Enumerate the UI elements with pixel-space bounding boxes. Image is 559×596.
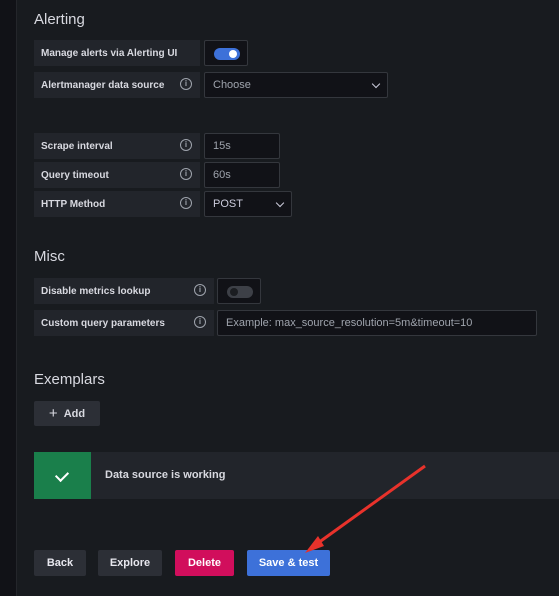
alertmanager-label: Alertmanager data source i <box>34 72 200 98</box>
manage-alerts-toggle[interactable] <box>214 48 240 60</box>
scrape-interval-label: Scrape interval i <box>34 133 200 159</box>
http-method-select[interactable]: POST <box>204 191 292 217</box>
http-method-label-text: HTTP Method <box>41 198 106 210</box>
alertmanager-select[interactable]: Choose <box>204 72 388 98</box>
status-message: Data source is working <box>105 469 226 481</box>
http-method-select-value: POST <box>213 198 243 210</box>
disable-metrics-lookup-label: Disable metrics lookup i <box>34 278 214 304</box>
manage-alerts-toggle-container[interactable] <box>204 40 248 66</box>
info-icon[interactable]: i <box>180 139 192 151</box>
delete-button[interactable]: Delete <box>175 550 234 576</box>
misc-section-title: Misc <box>34 248 65 265</box>
disable-metrics-lookup-label-text: Disable metrics lookup <box>41 285 151 297</box>
status-icon-box <box>34 452 91 499</box>
toggle-knob <box>230 288 238 296</box>
info-icon[interactable]: i <box>194 284 206 296</box>
status-alert: Data source is working <box>34 452 559 499</box>
plus-icon: + <box>48 405 58 422</box>
manage-alerts-label: Manage alerts via Alerting UI <box>34 40 200 66</box>
back-button[interactable]: Back <box>34 550 86 576</box>
add-exemplar-button[interactable]: + Add <box>34 401 100 426</box>
info-icon[interactable]: i <box>180 78 192 90</box>
custom-query-params-placeholder: Example: max_source_resolution=5m&timeou… <box>226 317 473 329</box>
custom-query-params-input[interactable]: Example: max_source_resolution=5m&timeou… <box>217 310 537 336</box>
save-and-test-button[interactable]: Save & test <box>247 550 330 576</box>
chevron-down-icon <box>275 198 285 208</box>
http-method-label: HTTP Method i <box>34 191 200 217</box>
disable-metrics-lookup-toggle[interactable] <box>227 286 253 298</box>
custom-query-params-label: Custom query parameters i <box>34 310 214 336</box>
query-timeout-input[interactable]: 60s <box>204 162 280 188</box>
left-rail <box>0 0 17 596</box>
alertmanager-select-value: Choose <box>213 79 251 91</box>
query-timeout-label-text: Query timeout <box>41 169 109 181</box>
custom-query-params-label-text: Custom query parameters <box>41 317 165 329</box>
info-icon[interactable]: i <box>180 168 192 180</box>
scrape-interval-placeholder: 15s <box>213 140 231 152</box>
alerting-section-title: Alerting <box>34 11 85 28</box>
alertmanager-label-text: Alertmanager data source <box>41 79 165 91</box>
chevron-down-icon <box>371 79 381 89</box>
toggle-knob <box>229 50 237 58</box>
exemplars-section-title: Exemplars <box>34 371 105 388</box>
explore-button[interactable]: Explore <box>98 550 162 576</box>
manage-alerts-label-text: Manage alerts via Alerting UI <box>41 47 178 59</box>
query-timeout-placeholder: 60s <box>213 169 231 181</box>
query-timeout-label: Query timeout i <box>34 162 200 188</box>
info-icon[interactable]: i <box>180 197 192 209</box>
add-exemplar-label: Add <box>63 407 86 420</box>
scrape-interval-label-text: Scrape interval <box>41 140 113 152</box>
info-icon[interactable]: i <box>194 316 206 328</box>
disable-metrics-lookup-toggle-container[interactable] <box>217 278 261 304</box>
check-icon <box>54 467 70 483</box>
scrape-interval-input[interactable]: 15s <box>204 133 280 159</box>
